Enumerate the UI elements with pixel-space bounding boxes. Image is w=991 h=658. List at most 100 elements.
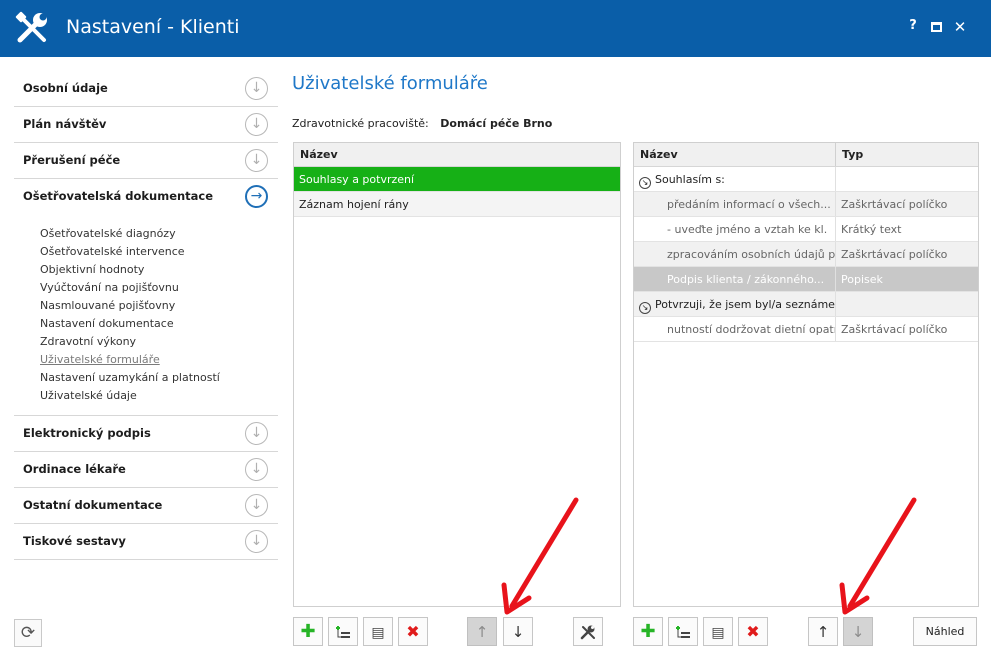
settings-navigation: Osobní údaje ↓ Plán návštěv ↓ Přerušení …	[14, 71, 278, 560]
nav-item-label: Plán návštěv	[23, 117, 107, 131]
nav-item-label: Osobní údaje	[23, 81, 108, 95]
field-type	[836, 167, 978, 191]
table-row[interactable]: Podpis klienta / zákonného... Popisek	[634, 267, 978, 292]
subitem-contracted-insurers[interactable]: Nasmlouvané pojišťovny	[40, 297, 278, 315]
nav-item-doctor-office[interactable]: Ordinace lékaře ↓	[14, 452, 278, 488]
delete-field-button[interactable]: ✖	[738, 617, 768, 646]
subitem-documentation-settings[interactable]: Nastavení dokumentace	[40, 315, 278, 333]
table-row[interactable]: ↘ Souhlasím s:	[634, 167, 978, 192]
circle-arrow-down-icon: ↓	[245, 77, 268, 100]
nav-item-print-reports[interactable]: Tiskové sestavy ↓	[14, 524, 278, 560]
column-header-name[interactable]: Název	[294, 143, 344, 166]
subitem-nursing-interventions[interactable]: Ošetřovatelské intervence	[40, 243, 278, 261]
field-move-down-button[interactable]: ↓	[843, 617, 873, 646]
edit-form-button[interactable]: ▤	[363, 617, 393, 646]
circle-arrow-down-icon: ↓	[245, 113, 268, 136]
field-name-cell: ↘ Souhlasím s:	[634, 167, 836, 191]
field-name: Souhlasím s:	[655, 173, 725, 186]
subitem-health-services[interactable]: Zdravotní výkony	[40, 333, 278, 351]
nursing-documentation-subitems: Ošetřovatelské diagnózy Ošetřovatelské i…	[14, 215, 278, 416]
form-settings-button[interactable]	[573, 617, 603, 646]
field-name: zpracováním osobních údajů pro...	[634, 242, 836, 266]
wrench-screwdriver-icon	[15, 11, 47, 43]
plus-icon: ✚	[300, 621, 316, 642]
refresh-icon: ⟳	[20, 623, 36, 643]
collapse-icon[interactable]: ↘	[639, 302, 651, 314]
field-type: Zaškrtávací políčko	[841, 248, 948, 261]
subitem-objective-values[interactable]: Objektivní hodnoty	[40, 261, 278, 279]
table-row[interactable]: ↘ Potvrzuji, že jsem byl/a seznámen/...	[634, 292, 978, 317]
form-fields-grid-header: Název Typ	[634, 143, 978, 167]
maximize-button[interactable]	[927, 18, 945, 38]
table-row[interactable]: - uveďte jméno a vztah ke kl. Krátký tex…	[634, 217, 978, 242]
close-button[interactable]: ✕	[951, 18, 969, 38]
workplace-label: Zdravotnické pracoviště:	[292, 117, 429, 130]
move-up-button[interactable]: ↑	[467, 617, 497, 646]
nav-item-label: Ošetřovatelská dokumentace	[23, 189, 214, 203]
delete-form-button[interactable]: ✖	[398, 617, 428, 646]
form-name: Záznam hojení rány	[299, 198, 409, 211]
workplace-row: Zdravotnické pracoviště: Domácí péče Brn…	[292, 117, 552, 130]
collapse-icon[interactable]: ↘	[639, 177, 651, 189]
field-type: Krátký text	[841, 223, 902, 236]
field-name-cell: ↘ Potvrzuji, že jsem byl/a seznámen/...	[634, 292, 836, 316]
nav-item-nursing-documentation[interactable]: Ošetřovatelská dokumentace →	[14, 179, 278, 215]
delete-icon: ✖	[406, 622, 420, 641]
table-row[interactable]: Záznam hojení rány	[294, 192, 620, 217]
subitem-locking-settings[interactable]: Nastavení uzamykání a platností	[40, 369, 278, 387]
field-name: Podpis klienta / zákonného...	[634, 267, 836, 291]
nav-item-electronic-signature[interactable]: Elektronický podpis ↓	[14, 416, 278, 452]
arrow-down-icon: ↓	[851, 623, 865, 641]
add-subitem-icon	[336, 626, 350, 638]
field-name: Potvrzuji, že jsem byl/a seznámen/...	[655, 298, 836, 311]
nav-item-label: Ordinace lékaře	[23, 462, 126, 476]
title-bar: Nastavení - Klienti ? ✕	[0, 0, 991, 57]
wrench-icon	[580, 625, 595, 640]
help-button[interactable]: ?	[904, 18, 922, 38]
nav-item-care-interruption[interactable]: Přerušení péče ↓	[14, 143, 278, 179]
table-row[interactable]: Souhlasy a potvrzení	[294, 167, 620, 192]
column-header-type[interactable]: Typ	[836, 143, 978, 166]
window-title: Nastavení - Klienti	[66, 16, 240, 38]
edit-field-button[interactable]: ▤	[703, 617, 733, 646]
workplace-value: Domácí péče Brno	[440, 117, 553, 130]
delete-icon: ✖	[746, 622, 760, 641]
form-fields-grid: Název Typ ↘ Souhlasím s: předáním informa…	[633, 142, 979, 607]
forms-grid: Název Souhlasy a potvrzení Záznam hojení…	[293, 142, 621, 607]
nav-item-personal-data[interactable]: Osobní údaje ↓	[14, 71, 278, 107]
nav-item-visit-plan[interactable]: Plán návštěv ↓	[14, 107, 278, 143]
add-form-button[interactable]: ✚	[293, 617, 323, 646]
page-title: Uživatelské formuláře	[292, 73, 488, 94]
nav-item-label: Elektronický podpis	[23, 426, 151, 440]
field-name: předáním informací o všech...	[634, 192, 836, 216]
circle-arrow-down-icon: ↓	[245, 149, 268, 172]
circle-arrow-right-icon: →	[245, 185, 268, 208]
forms-grid-header: Název	[294, 143, 620, 167]
table-row[interactable]: předáním informací o všech... Zaškrtávac…	[634, 192, 978, 217]
subitem-user-data[interactable]: Uživatelské údaje	[40, 387, 278, 405]
nav-item-label: Tiskové sestavy	[23, 534, 126, 548]
circle-arrow-down-icon: ↓	[245, 494, 268, 517]
circle-arrow-down-icon: ↓	[245, 458, 268, 481]
table-row[interactable]: nutností dodržovat dietní opatř... Zaškr…	[634, 317, 978, 342]
move-down-button[interactable]: ↓	[503, 617, 533, 646]
add-subfield-button[interactable]	[668, 617, 698, 646]
add-field-button[interactable]: ✚	[633, 617, 663, 646]
field-name: nutností dodržovat dietní opatř...	[634, 317, 836, 341]
nav-item-other-documentation[interactable]: Ostatní dokumentace ↓	[14, 488, 278, 524]
add-subitem-button[interactable]	[328, 617, 358, 646]
preview-button[interactable]: Náhled	[913, 617, 977, 646]
table-row[interactable]: zpracováním osobních údajů pro... Zaškrt…	[634, 242, 978, 267]
column-header-name[interactable]: Název	[634, 143, 836, 166]
refresh-button[interactable]: ⟳	[14, 619, 42, 647]
field-type: Zaškrtávací políčko	[841, 323, 948, 336]
add-subitem-icon	[676, 626, 690, 638]
subitem-insurance-billing[interactable]: Vyúčtování na pojišťovnu	[40, 279, 278, 297]
circle-arrow-down-icon: ↓	[245, 530, 268, 553]
subitem-user-forms[interactable]: Uživatelské formuláře	[40, 351, 278, 369]
circle-arrow-down-icon: ↓	[245, 422, 268, 445]
maximize-icon	[930, 22, 942, 32]
subitem-nursing-diagnoses[interactable]: Ošetřovatelské diagnózy	[40, 225, 278, 243]
edit-document-icon: ▤	[371, 625, 385, 641]
field-move-up-button[interactable]: ↑	[808, 617, 838, 646]
